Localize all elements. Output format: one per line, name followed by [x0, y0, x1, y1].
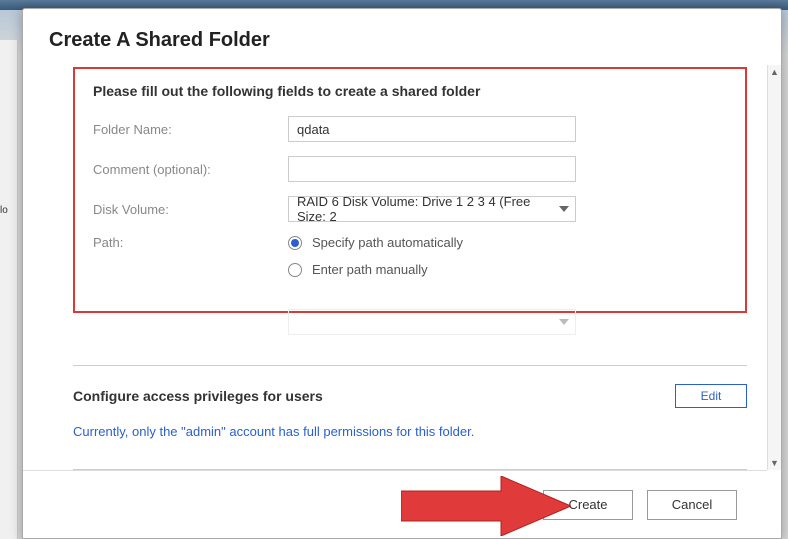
dialog-body: Please fill out the following fields to …: [23, 65, 781, 470]
radio-label: Enter path manually: [312, 262, 428, 277]
radio-icon: [288, 236, 302, 250]
scrollbar[interactable]: ▲ ▼: [767, 65, 781, 470]
scroll-down-icon[interactable]: ▼: [768, 456, 781, 470]
row-comment: Comment (optional):: [93, 155, 727, 183]
row-folder-name: Folder Name:: [93, 115, 727, 143]
label-folder-name: Folder Name:: [93, 122, 288, 137]
dialog-title: Create A Shared Folder: [23, 9, 781, 68]
privileges-section: Configure access privileges for users Ed…: [73, 384, 747, 408]
background-sidebar-fragment: lo: [0, 40, 18, 539]
select-disk-volume-value: RAID 6 Disk Volume: Drive 1 2 3 4 (Free …: [297, 194, 553, 224]
create-button[interactable]: Create: [543, 490, 633, 520]
cancel-button[interactable]: Cancel: [647, 490, 737, 520]
privileges-note: Currently, only the "admin" account has …: [73, 424, 747, 439]
input-folder-name[interactable]: [288, 116, 576, 142]
label-path: Path:: [93, 235, 288, 250]
select-disk-volume[interactable]: RAID 6 Disk Volume: Drive 1 2 3 4 (Free …: [288, 196, 576, 222]
radio-specify-auto[interactable]: Specify path automatically: [288, 235, 463, 250]
row-path: Path: Specify path automatically Enter p…: [93, 235, 727, 277]
chevron-down-icon: [559, 319, 569, 325]
divider: [73, 365, 747, 366]
radio-group-path: Specify path automatically Enter path ma…: [288, 235, 463, 277]
label-comment: Comment (optional):: [93, 162, 288, 177]
highlighted-section: Please fill out the following fields to …: [73, 67, 747, 313]
radio-label: Specify path automatically: [312, 235, 463, 250]
create-shared-folder-dialog: Create A Shared Folder Please fill out t…: [22, 8, 782, 539]
privileges-heading: Configure access privileges for users: [73, 388, 323, 404]
collapsed-path-select[interactable]: [288, 309, 576, 335]
scroll-up-icon[interactable]: ▲: [768, 65, 781, 79]
row-disk-volume: Disk Volume: RAID 6 Disk Volume: Drive 1…: [93, 195, 727, 223]
chevron-down-icon: [559, 206, 569, 212]
dialog-footer: Create Cancel: [23, 470, 767, 538]
edit-button[interactable]: Edit: [675, 384, 747, 408]
input-comment[interactable]: [288, 156, 576, 182]
radio-enter-manual[interactable]: Enter path manually: [288, 262, 463, 277]
section-heading: Please fill out the following fields to …: [93, 83, 727, 99]
radio-icon: [288, 263, 302, 277]
label-disk-volume: Disk Volume:: [93, 202, 288, 217]
